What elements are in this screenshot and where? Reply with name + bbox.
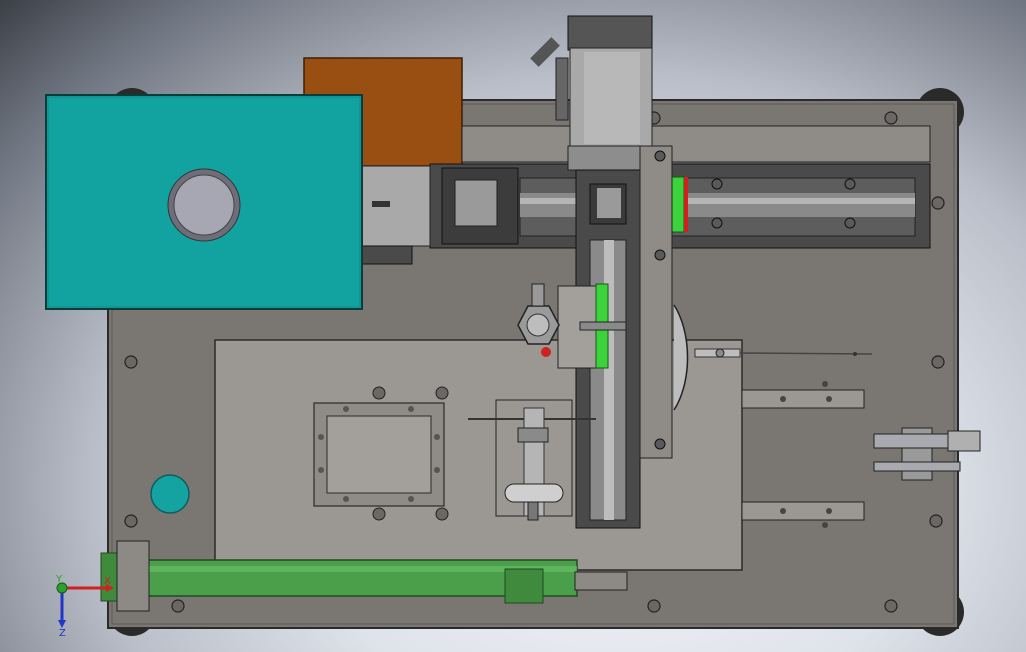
- motor-body-face: [584, 52, 640, 144]
- rail-bolt: [844, 217, 856, 229]
- frame-hole: [434, 434, 440, 440]
- rail-bolt: [711, 178, 723, 190]
- rail-red-strip: [684, 177, 688, 232]
- tube-bracket-right: [574, 571, 628, 591]
- needle: [739, 352, 873, 355]
- mount-hole: [124, 514, 138, 528]
- subplate-hole: [435, 386, 449, 400]
- rail-housing-top: [461, 125, 931, 163]
- machine-assembly-model[interactable]: X Y Z: [0, 0, 1026, 652]
- frame-hole: [343, 406, 349, 412]
- bracket-hole: [780, 396, 786, 402]
- bracket-hole: [822, 381, 828, 387]
- y-rail-shaft: [604, 240, 614, 520]
- y-rail-side-plate: [639, 145, 673, 459]
- mount-hole: [884, 599, 898, 613]
- subplate-hole: [435, 507, 449, 521]
- mount-hole: [931, 196, 945, 210]
- spindle-wheel: [504, 483, 564, 503]
- bracket-hole: [826, 508, 832, 514]
- motor-base: [359, 245, 413, 265]
- triad-y-label: Y: [55, 574, 63, 585]
- bracket-lower: [741, 501, 865, 521]
- triad-x-label: X: [104, 576, 111, 587]
- frame-hole: [318, 434, 324, 440]
- teal-cover-box[interactable]: [45, 94, 363, 310]
- mount-hole: [929, 514, 943, 528]
- frame-hole: [343, 496, 349, 502]
- frame-hole: [408, 496, 414, 502]
- mount-hole: [124, 355, 138, 369]
- bracket-hole: [822, 522, 828, 528]
- tube-end-right: [504, 568, 544, 604]
- cad-3d-viewport[interactable]: X Y Z: [0, 0, 1026, 652]
- red-indicator: [541, 347, 551, 357]
- rail-coupler: [454, 179, 498, 227]
- frame-hole: [434, 467, 440, 473]
- mount-hole: [884, 111, 898, 125]
- x-linear-rail[interactable]: [429, 125, 931, 249]
- frame-hole: [318, 467, 324, 473]
- mount-hole: [647, 599, 661, 613]
- rod-end: [715, 348, 725, 358]
- needle-tip: [853, 352, 857, 356]
- y-rail-bolt: [654, 249, 666, 261]
- motor-flange: [355, 165, 431, 247]
- subplate-hole: [372, 386, 386, 400]
- bracket-upper: [741, 389, 865, 409]
- tube-mount-left: [116, 540, 150, 612]
- window-opening: [326, 415, 432, 494]
- y-rail-bolt: [654, 438, 666, 450]
- motor-cap: [567, 15, 653, 51]
- motor-cable: [555, 57, 569, 121]
- spindle-tip: [527, 501, 539, 521]
- bracket-hole: [826, 396, 832, 402]
- motor-slot: [372, 201, 390, 207]
- cover-port: [173, 174, 235, 236]
- subplate-hole: [372, 507, 386, 521]
- fitting-post: [531, 283, 545, 307]
- y-rail-bolt: [654, 150, 666, 162]
- rail-green-strip: [671, 176, 685, 233]
- clamp-knob: [947, 430, 981, 452]
- y-carriage-bar: [579, 321, 627, 331]
- spindle-collar: [517, 427, 549, 443]
- triad-z-label: Z: [59, 628, 66, 639]
- mount-hole: [171, 599, 185, 613]
- clamp-rod-lower: [873, 461, 961, 472]
- triad-z-arrow: [58, 620, 66, 628]
- mount-hole: [931, 355, 945, 369]
- bracket-hole: [780, 508, 786, 514]
- motor-cable-clip: [530, 37, 560, 67]
- y-rail-coupler-inner: [597, 188, 621, 218]
- axis-triad: X Y Z: [55, 574, 114, 639]
- rail-bolt: [711, 217, 723, 229]
- hex-nut-bore: [526, 313, 550, 337]
- teal-disc[interactable]: [150, 474, 190, 514]
- frame-hole: [408, 406, 414, 412]
- rail-bolt: [844, 178, 856, 190]
